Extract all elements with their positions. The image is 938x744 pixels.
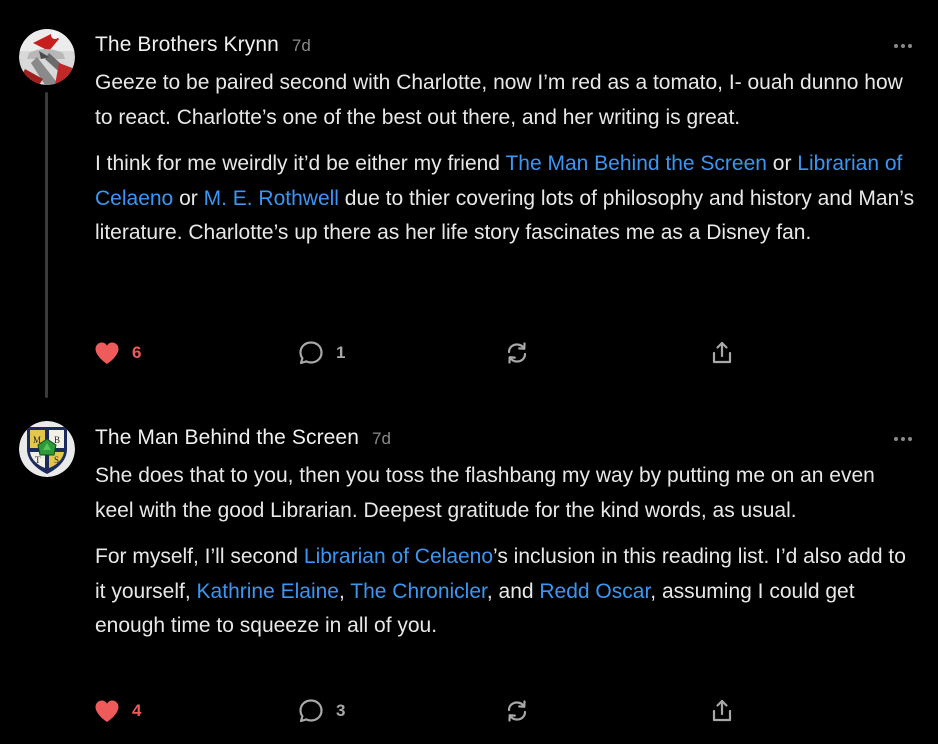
share-icon: [712, 699, 732, 722]
restack-button[interactable]: [504, 338, 530, 368]
comment-paragraph: For myself, I’ll second Librarian of Cel…: [95, 540, 915, 644]
share-button[interactable]: [709, 696, 735, 726]
restack-icon: [507, 342, 527, 364]
comment-text: For myself, I’ll second: [95, 545, 304, 569]
more-options-button[interactable]: [888, 38, 918, 54]
more-options-button[interactable]: [888, 431, 918, 447]
comment-text: or: [173, 186, 204, 210]
comment-paragraph: I think for me weirdly it’d be either my…: [95, 147, 915, 251]
heart-icon: [95, 700, 119, 722]
reply-count: 3: [336, 701, 346, 720]
more-dots-icon: [894, 44, 898, 48]
avatar[interactable]: M B T S: [19, 421, 75, 477]
restack-button[interactable]: [504, 696, 530, 726]
more-dot: [908, 437, 912, 441]
mbts-shield-avatar-icon: M B T S: [19, 421, 75, 477]
avatar-letter: M: [33, 435, 41, 445]
avatar-letter: T: [35, 455, 41, 465]
comment-actions: 6 1: [94, 338, 754, 368]
reply-button[interactable]: 3: [298, 696, 345, 726]
reply-count: 1: [336, 343, 346, 362]
thread-line: [45, 92, 48, 398]
mention-link[interactable]: The Chronicler: [350, 580, 487, 603]
like-button[interactable]: 6: [94, 338, 141, 368]
more-dots-icon: [894, 437, 898, 441]
red-hat-warrior-avatar-icon: [19, 29, 75, 85]
comment-text: , and: [486, 579, 540, 603]
comment-text: Geeze to be paired second with Charlotte…: [95, 71, 903, 129]
comment-text: or: [766, 152, 798, 176]
like-button[interactable]: 4: [94, 696, 141, 726]
comment-author[interactable]: The Man Behind the Screen: [95, 426, 359, 450]
avatar-letter: S: [54, 455, 59, 465]
like-count: 6: [132, 343, 142, 362]
avatar[interactable]: [19, 29, 75, 85]
share-button[interactable]: [709, 338, 735, 368]
share-icon: [712, 341, 732, 364]
more-dot: [901, 437, 905, 441]
comment-paragraph: She does that to you, then you toss the …: [95, 459, 915, 528]
comment-author[interactable]: The Brothers Krynn: [95, 33, 279, 57]
mention-link[interactable]: Redd Oscar: [539, 580, 650, 603]
speech-bubble-icon: [299, 341, 323, 365]
more-dot: [908, 44, 912, 48]
like-count: 4: [132, 701, 142, 720]
speech-bubble-icon: [299, 699, 323, 723]
mention-link[interactable]: Librarian of Celaeno: [304, 545, 493, 568]
comment-body: Geeze to be paired second with Charlotte…: [95, 66, 915, 251]
restack-icon: [507, 700, 527, 722]
comment-age: 7d: [372, 429, 391, 448]
comment-age: 7d: [291, 36, 311, 55]
mention-link[interactable]: Kathrine Elaine: [197, 580, 339, 603]
reply-button[interactable]: 1: [298, 338, 345, 368]
comment-text: She does that to you, then you toss the …: [95, 464, 875, 522]
mention-link[interactable]: M. E. Rothwell: [204, 187, 339, 210]
comment-text: I think for me weirdly it’d be either my…: [95, 152, 506, 176]
more-dot: [901, 44, 905, 48]
comment-actions: 4 3: [94, 696, 754, 726]
comment-paragraph: Geeze to be paired second with Charlotte…: [95, 66, 915, 135]
heart-icon: [95, 342, 119, 364]
mention-link[interactable]: The Man Behind the Screen: [505, 152, 767, 175]
comment-text: ,: [338, 579, 351, 603]
comment-body: She does that to you, then you toss the …: [95, 459, 915, 644]
avatar-letter: B: [54, 435, 60, 445]
